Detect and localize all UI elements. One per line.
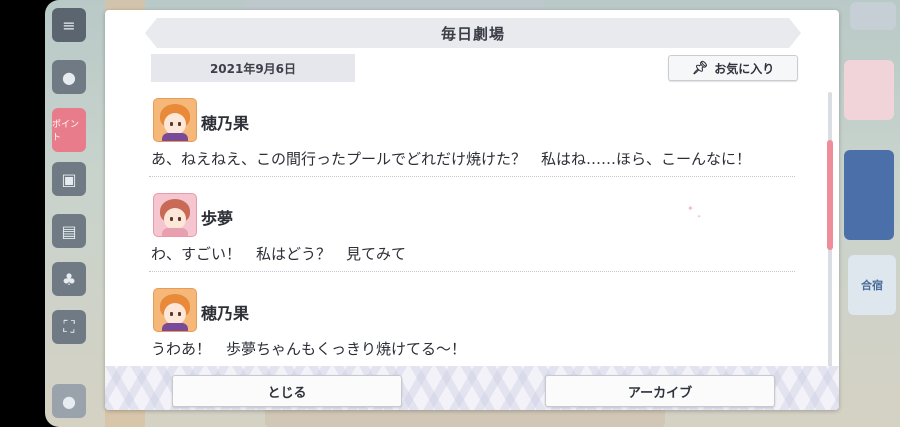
speaker-name: 穂乃果 (201, 304, 250, 323)
speaker-name: 穂乃果 (201, 114, 250, 133)
present-icon[interactable]: ▤ (52, 214, 86, 248)
camp-button[interactable]: 合宿 (848, 255, 896, 315)
point-badge-label: ポイント (52, 120, 80, 143)
sparkle-decoration: ✦ (687, 204, 694, 213)
speaker-name: 歩夢 (201, 209, 234, 228)
conversation-entry: 穂乃果 あ、ねえねえ、この間行ったプールでどれだけ焼けた？ 私はね……ほら、こー… (149, 94, 799, 189)
scrollbar-thumb[interactable] (827, 140, 833, 250)
avatar-ayumu (153, 193, 197, 237)
chat-icon[interactable]: ● (52, 60, 86, 94)
expand-icon[interactable]: ⛶ (52, 310, 86, 344)
dialogue-text: あ、ねえねえ、この間行ったプールでどれだけ焼けた？ 私はね……ほら、こーんなに！ (151, 150, 752, 168)
point-badge[interactable]: ポイント (52, 108, 86, 152)
dice-icon[interactable]: ♣ (52, 262, 86, 296)
avatar-honoka (153, 98, 197, 142)
camp-label: 合宿 (861, 279, 883, 292)
gift-icon[interactable]: ▣ (52, 162, 86, 196)
notification-badge[interactable] (850, 2, 896, 30)
close-button[interactable]: とじる (172, 375, 402, 407)
conversation-list[interactable]: 穂乃果 あ、ねえねえ、この間行ったプールでどれだけ焼けた？ 私はね……ほら、こー… (149, 94, 799, 366)
daily-theater-dialog: 毎日劇場 2021年9月6日 📌︎ お気に入り 穂乃果 あ、ねえねえ、この間行っ… (105, 10, 839, 410)
avatar-icon[interactable]: ● (52, 384, 86, 418)
pin-icon: 📌︎ (691, 60, 709, 76)
divider (149, 176, 795, 177)
favorite-button[interactable]: 📌︎ お気に入り (668, 55, 798, 81)
event-banner[interactable] (844, 150, 894, 240)
divider (149, 271, 795, 272)
favorite-button-label: お気に入り (714, 61, 775, 76)
dialog-title: 毎日劇場 (145, 18, 801, 48)
sparkle-decoration: ✦ (697, 214, 702, 220)
dialogue-text: わ、すごい！ 私はどう？ 見てみて (151, 245, 407, 263)
menu-icon[interactable]: ≡ (52, 8, 86, 42)
dialogue-text: うわあ！ 歩夢ちゃんもくっきり焼けてる～！ (151, 340, 467, 358)
event-banner[interactable] (844, 60, 894, 120)
date-label: 2021年9月6日 (151, 54, 355, 82)
left-menu: ≡ ● ポイント ▣ ▤ ♣ ⛶ ● (52, 6, 88, 418)
archive-button[interactable]: アーカイブ (545, 375, 775, 407)
conversation-entry: 歩夢 わ、すごい！ 私はどう？ 見てみて (149, 189, 799, 284)
avatar-honoka (153, 288, 197, 332)
conversation-entry: 穂乃果 うわあ！ 歩夢ちゃんもくっきり焼けてる～！ (149, 284, 799, 366)
right-panel: 合宿 (842, 0, 900, 427)
